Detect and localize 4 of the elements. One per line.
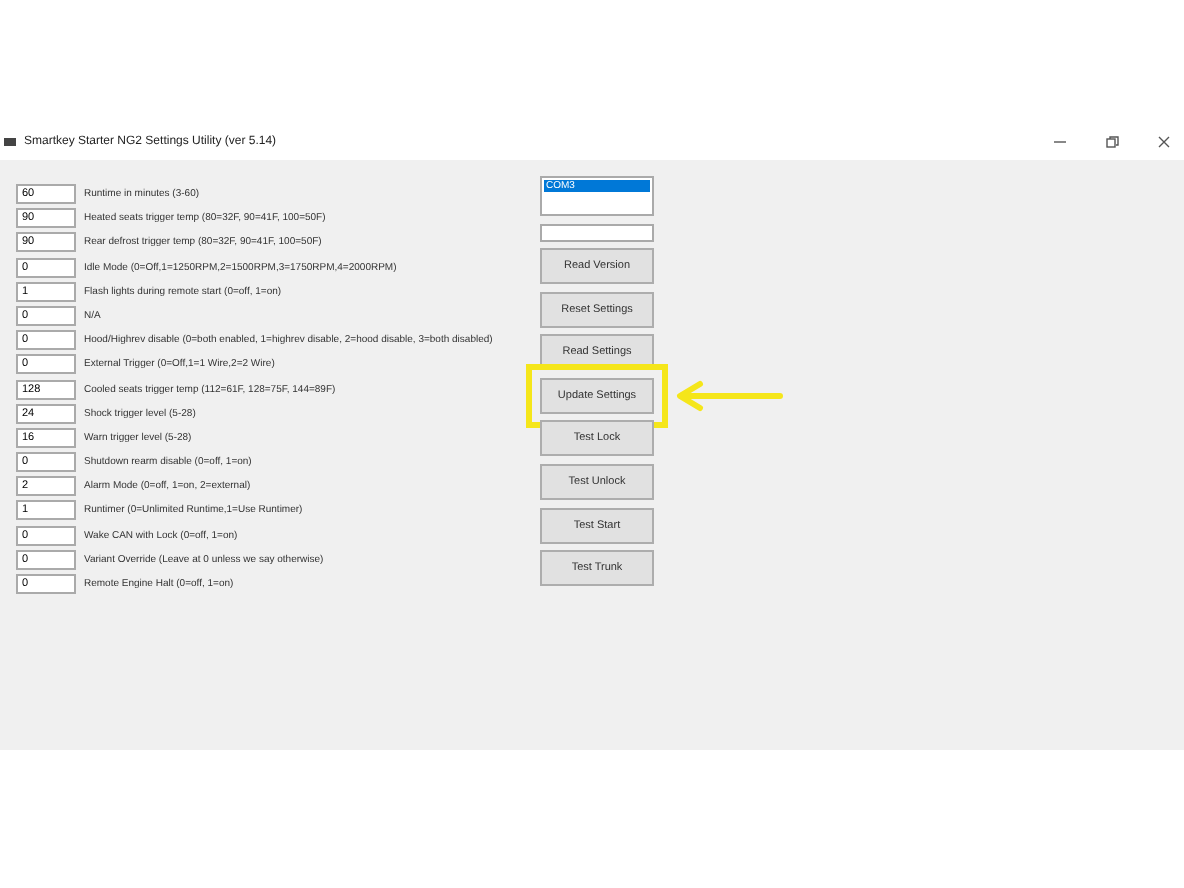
input-field[interactable]: [540, 224, 654, 242]
close-icon[interactable]: [1156, 134, 1172, 150]
restore-icon[interactable]: [1104, 134, 1120, 150]
app-icon: [4, 138, 16, 146]
